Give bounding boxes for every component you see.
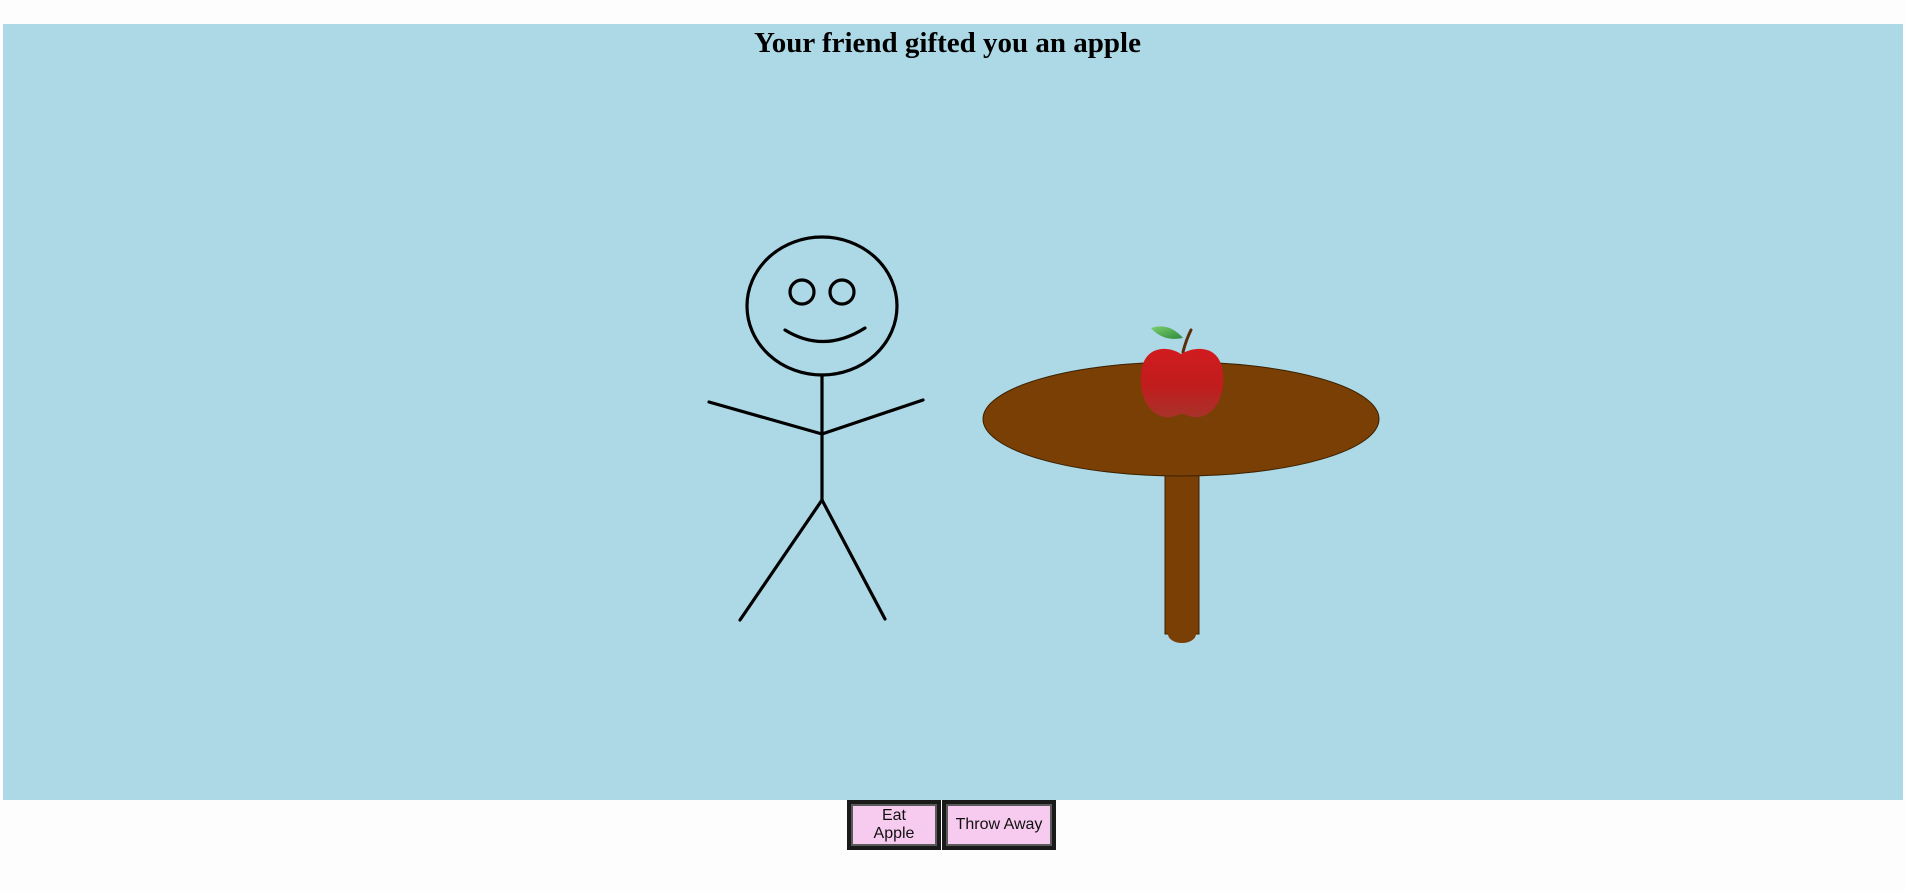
eat-apple-button[interactable]: Eat Apple	[847, 800, 941, 850]
left-leg	[738, 498, 824, 622]
table-leg	[1164, 461, 1200, 635]
right-arm	[820, 398, 925, 436]
right-leg	[820, 498, 887, 621]
left-arm	[707, 400, 824, 436]
smile	[783, 326, 867, 344]
table-foot	[1168, 625, 1196, 643]
throw-away-button[interactable]: Throw Away	[942, 800, 1056, 850]
scene-artwork	[707, 235, 1380, 643]
apple-body	[1140, 348, 1224, 418]
stick-figure-head	[745, 235, 899, 377]
game-scene: Your friend gifted you an apple	[3, 24, 1903, 800]
action-bar: Eat Apple Throw Away	[847, 800, 1056, 850]
apple-stem	[1181, 328, 1193, 354]
right-eye	[828, 278, 856, 306]
stick-figure	[707, 235, 925, 622]
apple-leaf	[1151, 326, 1183, 339]
left-eye	[788, 278, 816, 306]
apple[interactable]	[1140, 326, 1224, 418]
